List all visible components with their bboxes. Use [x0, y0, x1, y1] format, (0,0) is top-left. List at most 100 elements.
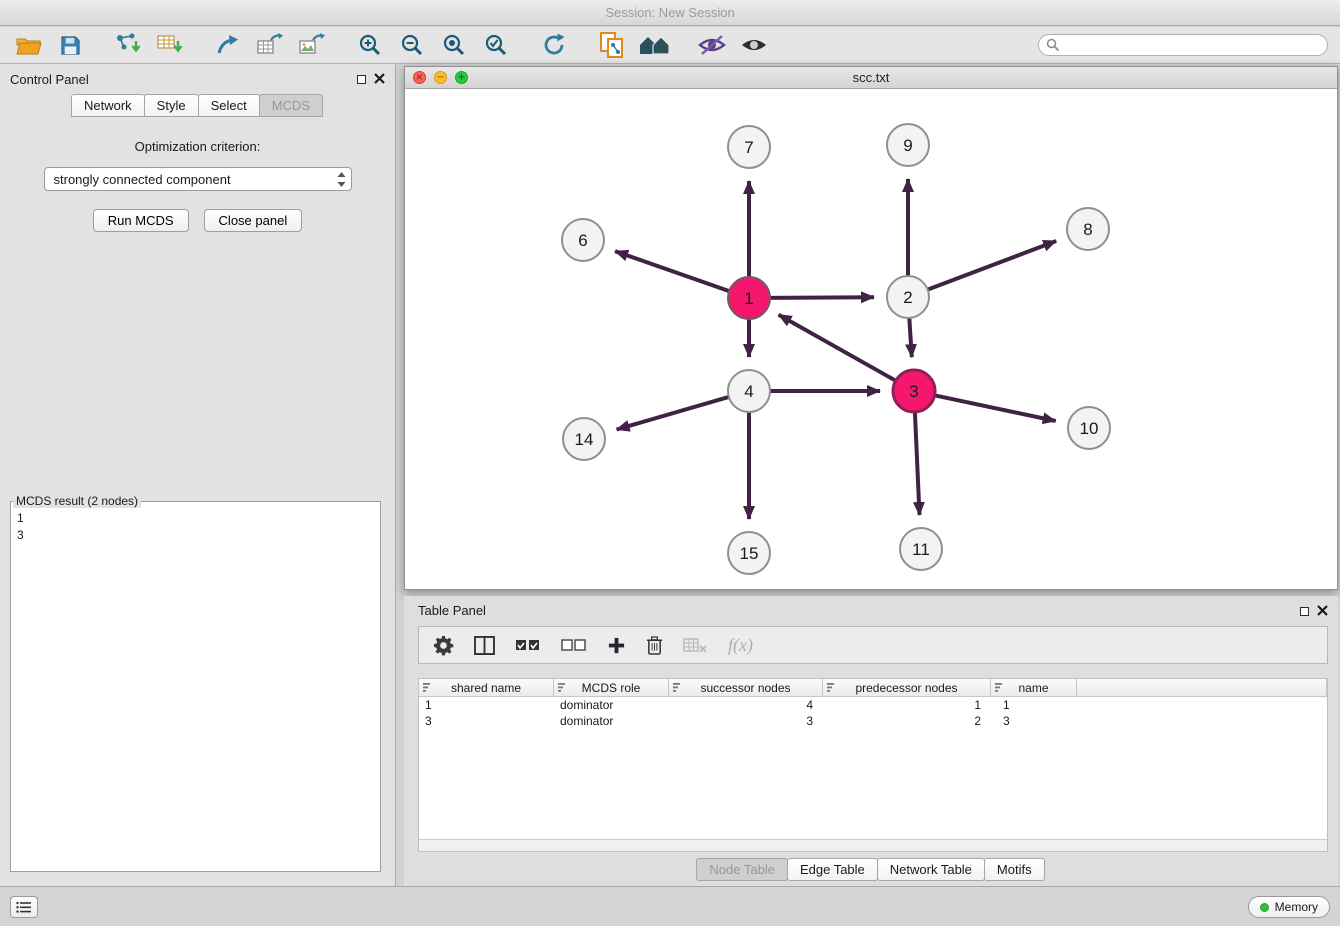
- open-session-button[interactable]: [12, 30, 44, 60]
- export-network-icon: [215, 32, 241, 58]
- memory-label: Memory: [1275, 900, 1318, 914]
- import-network-button[interactable]: [112, 30, 144, 60]
- graph-node-3[interactable]: 3: [893, 370, 935, 412]
- criterion-select[interactable]: strongly connected component: [44, 167, 352, 191]
- sort-icon[interactable]: [673, 682, 684, 696]
- sort-icon[interactable]: [995, 682, 1006, 696]
- zoom-in-button[interactable]: [354, 30, 386, 60]
- apply-layout-button[interactable]: [538, 30, 570, 60]
- add-column-button[interactable]: [607, 636, 626, 655]
- graph-node-label: 6: [578, 231, 587, 250]
- show-hide-button[interactable]: [738, 30, 770, 60]
- zoom-out-icon: [400, 33, 425, 58]
- graphics-details-button[interactable]: [696, 30, 728, 60]
- graph-edge-1-2[interactable]: [770, 297, 874, 298]
- network-window-titlebar[interactable]: × − + scc.txt: [405, 67, 1337, 89]
- graph-node-7[interactable]: 7: [728, 126, 770, 168]
- tab-select[interactable]: Select: [198, 94, 260, 117]
- import-table-icon: [156, 32, 184, 58]
- graph-node-label: 8: [1083, 220, 1092, 239]
- home-button[interactable]: [638, 30, 670, 60]
- graph-edge-2-3[interactable]: [909, 318, 912, 357]
- graph-edge-3-1[interactable]: [779, 315, 896, 381]
- tab-network-table[interactable]: Network Table: [877, 858, 985, 881]
- export-image-button[interactable]: [296, 30, 328, 60]
- zoom-out-button[interactable]: [396, 30, 428, 60]
- sort-icon[interactable]: [423, 682, 434, 696]
- tab-mcds[interactable]: MCDS: [259, 94, 323, 117]
- minimize-window-icon[interactable]: −: [434, 71, 447, 84]
- close-window-icon[interactable]: ×: [413, 71, 426, 84]
- graph-edge-3-10[interactable]: [935, 395, 1056, 421]
- graph-node-8[interactable]: 8: [1067, 208, 1109, 250]
- mcds-result-list[interactable]: 1 3: [11, 508, 380, 871]
- run-mcds-button[interactable]: Run MCDS: [93, 209, 189, 232]
- sort-icon[interactable]: [827, 682, 838, 696]
- search-input[interactable]: [1038, 34, 1328, 56]
- graph-edge-4-14[interactable]: [617, 397, 729, 430]
- column-header-successor-nodes[interactable]: successor nodes: [669, 679, 823, 697]
- graph-node-6[interactable]: 6: [562, 219, 604, 261]
- graph-edge-1-6[interactable]: [615, 251, 729, 291]
- network-canvas[interactable]: 1 2 3 4 6 7 8 9 10 11 14 15: [405, 89, 1337, 589]
- column-header-predecessor-nodes[interactable]: predecessor nodes: [823, 679, 991, 697]
- home-icon: [638, 33, 670, 57]
- trash-icon: [646, 635, 663, 655]
- tab-node-table[interactable]: Node Table: [696, 858, 788, 881]
- float-panel-icon[interactable]: [357, 75, 366, 84]
- zoom-selected-button[interactable]: [480, 30, 512, 60]
- tab-network[interactable]: Network: [71, 94, 145, 117]
- table-settings-button[interactable]: [433, 635, 454, 656]
- graph-node-1[interactable]: 1: [728, 277, 770, 319]
- export-network-button[interactable]: [212, 30, 244, 60]
- tab-style[interactable]: Style: [144, 94, 199, 117]
- graph-node-9[interactable]: 9: [887, 124, 929, 166]
- memory-button[interactable]: Memory: [1248, 896, 1330, 918]
- export-table-button[interactable]: [254, 30, 286, 60]
- tab-motifs[interactable]: Motifs: [984, 858, 1045, 881]
- graph-node-11[interactable]: 11: [900, 528, 942, 570]
- unselect-all-button[interactable]: [561, 636, 587, 654]
- table-tabs: Node Table Edge Table Network Table Moti…: [404, 858, 1338, 881]
- graph-node-10[interactable]: 10: [1068, 407, 1110, 449]
- table-panel-title: Table Panel: [418, 603, 486, 618]
- close-panel-button[interactable]: Close panel: [204, 209, 303, 232]
- maximize-window-icon[interactable]: +: [455, 71, 468, 84]
- columns-icon: [474, 636, 495, 655]
- table-row[interactable]: 1 dominator 4 1 1: [419, 697, 1327, 713]
- float-panel-icon[interactable]: [1300, 607, 1309, 616]
- control-panel: Control Panel Network Style Select MCDS …: [0, 64, 396, 886]
- tab-edge-table[interactable]: Edge Table: [787, 858, 878, 881]
- delete-table-button[interactable]: [683, 637, 708, 653]
- graph-node-14[interactable]: 14: [563, 418, 605, 460]
- close-panel-icon[interactable]: [374, 72, 385, 87]
- table-row[interactable]: 3 dominator 3 2 3: [419, 713, 1327, 729]
- horizontal-scrollbar[interactable]: [419, 839, 1327, 851]
- graph-node-label: 15: [740, 544, 759, 563]
- column-header-shared-name[interactable]: shared name: [419, 679, 554, 697]
- graph-node-2[interactable]: 2: [887, 276, 929, 318]
- close-panel-icon[interactable]: [1317, 604, 1328, 619]
- zoom-fit-button[interactable]: [438, 30, 470, 60]
- save-session-button[interactable]: [54, 30, 86, 60]
- graph-node-label: 11: [912, 540, 930, 559]
- graph-node-label: 7: [744, 138, 753, 157]
- window-titlebar[interactable]: Session: New Session: [0, 0, 1340, 26]
- delete-column-button[interactable]: [646, 635, 663, 655]
- clone-network-button[interactable]: [596, 30, 628, 60]
- mcds-result-title: MCDS result (2 nodes): [13, 494, 141, 508]
- function-builder-button[interactable]: f(x): [728, 635, 753, 656]
- import-table-button[interactable]: [154, 30, 186, 60]
- graph-node-4[interactable]: 4: [728, 370, 770, 412]
- graph-edge-2-8[interactable]: [928, 241, 1057, 290]
- column-header-mcds-role[interactable]: MCDS role: [554, 679, 669, 697]
- select-all-button[interactable]: [515, 636, 541, 654]
- task-history-button[interactable]: [10, 896, 38, 918]
- sort-icon[interactable]: [558, 682, 569, 696]
- column-header-name[interactable]: name: [991, 679, 1077, 697]
- node-table: shared name MCDS role successor nodes pr…: [418, 678, 1328, 852]
- graph-node-15[interactable]: 15: [728, 532, 770, 574]
- show-columns-button[interactable]: [474, 636, 495, 655]
- graph-edge-3-11[interactable]: [915, 412, 920, 515]
- graph-node-label: 10: [1080, 419, 1099, 438]
